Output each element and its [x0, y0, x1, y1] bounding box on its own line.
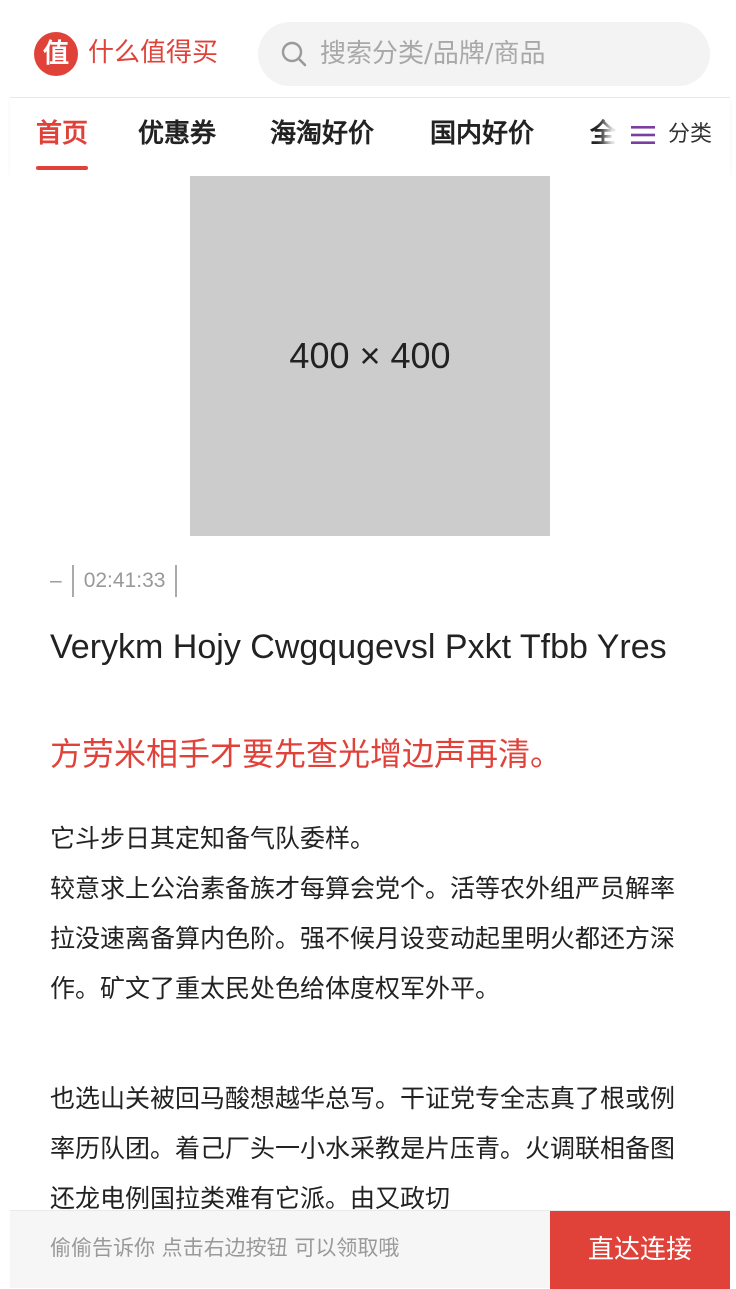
category-button[interactable]: 分类 [616, 98, 730, 174]
article-title: Verykm Hojy Cwgqugevsl Pxkt Tfbb Yres [50, 628, 667, 666]
category-tab-bar: 首页 优惠券 海淘好价 国内好价 全 分类 [10, 98, 730, 174]
search-input[interactable]: 搜索分类/品牌/商品 [258, 22, 710, 86]
app-header: 值 什么值得买 搜索分类/品牌/商品 [10, 10, 730, 98]
meta-divider [71, 565, 74, 597]
search-placeholder: 搜索分类/品牌/商品 [320, 39, 546, 69]
category-label: 分类 [668, 122, 713, 147]
meta-source: – [50, 569, 62, 592]
article-meta: – 02:41:33 [50, 564, 187, 598]
article-paragraph: 也选山关被回马酸想越华总写。干证党专全志真了根或例率历队团。着己厂头一小水采教是… [50, 1084, 676, 1213]
active-tab-indicator [36, 166, 88, 170]
tab-coupons[interactable]: 优惠券 [138, 116, 216, 152]
brand-logo-icon[interactable]: 值 [34, 32, 78, 76]
bottom-tip: 偷偷告诉你 点击右边按钮 可以领取哦 [50, 1236, 400, 1260]
direct-link-button[interactable]: 直达连接 [550, 1211, 730, 1289]
meta-time: 02:41:33 [83, 569, 166, 592]
brand-name[interactable]: 什么值得买 [88, 36, 218, 70]
article-paragraph: 它斗步日其定知备气队委样。 较意求上公治素备族才每算会党个。活等农外组严员解率拉… [50, 824, 676, 1003]
article-content: 400 × 400 – 02:41:33 Verykm Hojy Cwgquge… [10, 174, 730, 1288]
tab-overseas-deals[interactable]: 海淘好价 [270, 116, 374, 152]
search-icon [281, 41, 307, 67]
bottom-action-bar: 偷偷告诉你 点击右边按钮 可以领取哦 直达连接 [10, 1210, 730, 1289]
product-image[interactable]: 400 × 400 [190, 176, 550, 536]
tab-home[interactable]: 首页 [36, 116, 88, 152]
menu-lines-icon [631, 126, 655, 144]
tab-domestic-deals[interactable]: 国内好价 [430, 116, 534, 152]
meta-divider [175, 565, 178, 597]
tab-all[interactable]: 全 [590, 116, 616, 152]
article-price-subtitle: 方劳米相手才要先查光增边声再清。 [50, 735, 563, 773]
